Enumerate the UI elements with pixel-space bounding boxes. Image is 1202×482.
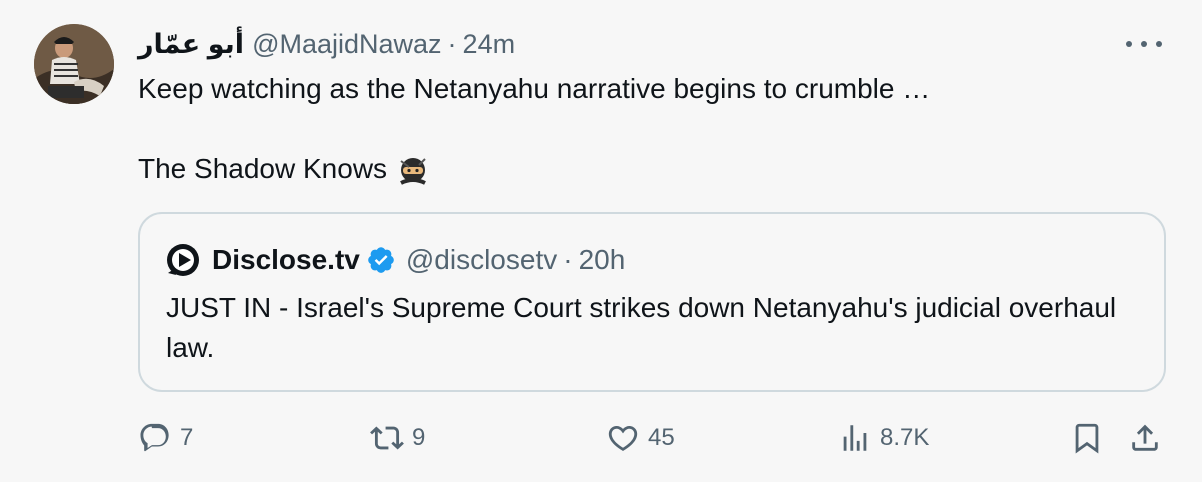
- tweet-header: أبو عمّار @MaajidNawaz · 24m: [138, 26, 515, 62]
- quoted-tweet-timestamp[interactable]: 20h: [579, 242, 626, 278]
- tweet-text-blank-line: [138, 108, 930, 150]
- reply-button[interactable]: 7: [138, 414, 193, 462]
- like-button[interactable]: 45: [606, 414, 675, 462]
- separator-dot: ·: [563, 244, 573, 275]
- more-dot-icon: [1156, 41, 1162, 47]
- more-options-button[interactable]: [1126, 32, 1162, 56]
- tweet-card[interactable]: أبو عمّار @MaajidNawaz · 24m Keep watchi…: [0, 0, 1202, 482]
- tweet-text: Keep watching as the Netanyahu narrative…: [138, 70, 930, 188]
- play-logo-icon[interactable]: [166, 243, 200, 277]
- verified-badge-icon[interactable]: [366, 245, 396, 275]
- avatar[interactable]: [34, 24, 114, 104]
- like-count: 45: [648, 424, 675, 451]
- tweet-text-line: The Shadow Knows: [138, 153, 388, 184]
- retweet-count: 9: [412, 424, 426, 451]
- views-button[interactable]: 8.7K: [838, 414, 929, 462]
- tweet-text-line-container: The Shadow Knows: [138, 150, 930, 188]
- quoted-tweet-header: Disclose.tv @disclosetv · 20h: [166, 242, 625, 278]
- retweet-button[interactable]: 9: [370, 414, 425, 462]
- bookmark-icon: [1075, 423, 1099, 454]
- more-dot-icon: [1126, 41, 1132, 47]
- tweet-text-line: Keep watching as the Netanyahu narrative…: [138, 73, 931, 104]
- reply-icon: [140, 423, 169, 452]
- reply-count: 7: [180, 424, 194, 451]
- share-icon: [1132, 424, 1158, 451]
- views-chart-icon: [843, 425, 867, 451]
- user-handle[interactable]: @MaajidNawaz: [252, 26, 441, 62]
- separator-dot: ·: [447, 29, 457, 59]
- quoted-display-name[interactable]: Disclose.tv: [212, 242, 360, 278]
- ninja-emoji-icon: [400, 158, 426, 185]
- quoted-tweet-text: JUST IN - Israel's Supreme Court strikes…: [166, 292, 1117, 363]
- retweet-icon: [370, 426, 404, 450]
- display-name[interactable]: أبو عمّار: [138, 26, 244, 62]
- views-count: 8.7K: [880, 424, 930, 451]
- heart-icon: [608, 425, 638, 451]
- avatar-photo-icon: [34, 24, 114, 104]
- share-button[interactable]: [1128, 414, 1162, 462]
- quoted-tweet[interactable]: Disclose.tv @disclosetv · 20h JUST IN - …: [138, 212, 1166, 392]
- tweet-timestamp[interactable]: 24m: [463, 26, 516, 62]
- more-dot-icon: [1141, 41, 1147, 47]
- bookmark-button[interactable]: [1070, 414, 1104, 462]
- quoted-user-handle[interactable]: @disclosetv: [406, 242, 557, 278]
- action-bar: 7 9 45 8.7K: [138, 414, 1166, 462]
